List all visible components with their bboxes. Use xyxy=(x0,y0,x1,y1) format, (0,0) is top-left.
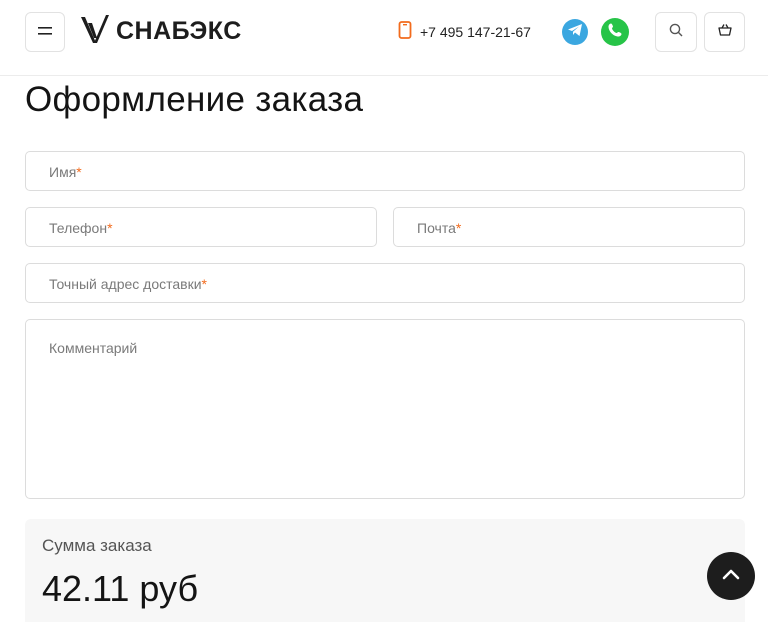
hamburger-icon xyxy=(38,23,52,41)
menu-button[interactable] xyxy=(25,12,65,52)
email-field[interactable]: Почта* xyxy=(393,207,745,247)
required-mark: * xyxy=(107,220,113,236)
phone-number: +7 495 147-21-67 xyxy=(420,24,531,40)
address-label: Точный адрес доставки* xyxy=(49,276,207,292)
page-title: Оформление заказа xyxy=(25,80,364,119)
order-total: 42.11 руб xyxy=(42,568,199,609)
search-icon xyxy=(669,23,683,42)
logo-text: СНАБЭКС xyxy=(116,16,242,45)
whatsapp-button[interactable] xyxy=(601,18,629,46)
basket-icon xyxy=(717,23,732,41)
site-header: СНАБЭКС +7 495 147-21-67 xyxy=(0,0,768,76)
logo[interactable]: СНАБЭКС xyxy=(80,14,242,48)
required-mark: * xyxy=(76,164,82,180)
mobile-phone-icon xyxy=(398,20,412,44)
telegram-icon xyxy=(567,23,583,42)
required-mark: * xyxy=(201,276,207,292)
name-label: Имя* xyxy=(49,164,82,180)
order-summary: Сумма заказа 42.11 руб xyxy=(25,519,745,622)
whatsapp-phone-icon xyxy=(607,22,623,43)
required-mark: * xyxy=(455,220,462,236)
email-label: Почта* xyxy=(417,220,462,236)
comment-textarea[interactable]: Комментарий xyxy=(25,319,745,499)
phone-field[interactable]: Телефон* xyxy=(25,207,377,247)
order-sum-label: Сумма заказа xyxy=(42,536,152,555)
telegram-button[interactable] xyxy=(562,19,588,45)
address-field[interactable]: Точный адрес доставки* xyxy=(25,263,745,303)
name-field[interactable]: Имя* xyxy=(25,151,745,191)
phone-label: Телефон* xyxy=(49,220,113,236)
cart-button[interactable] xyxy=(704,12,745,52)
scroll-to-top-button[interactable] xyxy=(707,552,755,600)
chevron-up-icon xyxy=(722,567,740,585)
phone-link[interactable]: +7 495 147-21-67 xyxy=(398,20,531,44)
logo-mark-icon xyxy=(80,14,110,49)
search-button[interactable] xyxy=(655,12,697,52)
comment-label: Комментарий xyxy=(49,340,138,356)
